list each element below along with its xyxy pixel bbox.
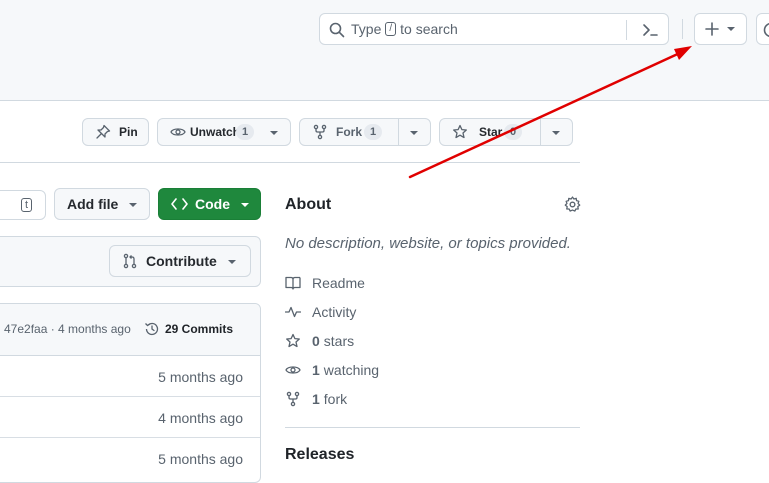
chevron-down-icon[interactable]: [552, 131, 560, 135]
eye-icon: [170, 124, 186, 140]
chevron-down-icon: [129, 203, 137, 207]
star-icon: [285, 333, 301, 349]
eye-icon: [285, 362, 301, 378]
readme-link[interactable]: Readme: [285, 274, 365, 292]
fork-split-divider: [398, 119, 399, 145]
code-label: Code: [195, 196, 230, 212]
watching-label: watching: [324, 362, 379, 378]
chevron-down-icon: [727, 27, 735, 31]
unwatch-count-badge: 1: [236, 124, 254, 140]
history-icon: [144, 321, 160, 337]
chevron-down-icon[interactable]: [270, 131, 278, 135]
star-label: Star: [479, 125, 502, 139]
search-placeholder-pre: Type: [351, 21, 381, 37]
issue-icon: [763, 22, 769, 38]
readme-label: Readme: [312, 275, 365, 291]
sidebar-divider: [285, 427, 580, 428]
book-icon: [285, 275, 301, 291]
row-divider: [0, 437, 260, 438]
commits-link[interactable]: 29 Commits: [144, 320, 233, 338]
fork-count-badge: 1: [364, 124, 382, 140]
watching-link[interactable]: 1 watching: [285, 361, 379, 379]
header-divider: [682, 19, 683, 39]
pulse-icon: [285, 304, 301, 320]
plus-icon: [705, 22, 719, 36]
global-header: Type / to search: [0, 0, 769, 101]
fork-count: 1: [312, 391, 320, 407]
activity-label: Activity: [312, 304, 356, 320]
create-new-button[interactable]: [694, 13, 747, 45]
pin-button[interactable]: Pin: [82, 118, 149, 146]
file-row-time[interactable]: 5 months ago: [158, 369, 243, 385]
contribute-label: Contribute: [146, 253, 217, 269]
star-count-badge: 0: [504, 124, 522, 140]
pull-request-icon: [122, 253, 138, 269]
latest-commit-info[interactable]: 47e2faa · 4 months ago: [4, 322, 131, 336]
file-row-time[interactable]: 5 months ago: [158, 451, 243, 467]
unwatch-label: Unwatch: [190, 125, 240, 139]
add-file-label: Add file: [67, 196, 118, 212]
add-file-button[interactable]: Add file: [54, 188, 150, 220]
about-description: No description, website, or topics provi…: [285, 235, 571, 252]
fork-label: fork: [324, 391, 347, 407]
stars-label: stars: [324, 333, 354, 349]
about-heading: About: [285, 196, 331, 214]
star-split-divider: [540, 119, 541, 145]
releases-heading[interactable]: Releases: [285, 446, 354, 464]
fork-icon: [285, 391, 301, 407]
repo-header-divider: [0, 162, 580, 163]
forks-link[interactable]: 1 fork: [285, 390, 347, 408]
watching-count: 1: [312, 362, 320, 378]
fork-label: Fork: [336, 125, 362, 139]
chevron-down-icon[interactable]: [410, 131, 418, 135]
fork-icon: [312, 124, 328, 140]
row-divider: [0, 396, 260, 397]
code-icon: [171, 197, 188, 211]
chevron-down-icon: [241, 203, 249, 207]
pin-label: Pin: [119, 125, 138, 139]
stars-count: 0: [312, 333, 320, 349]
gear-icon[interactable]: [564, 196, 581, 213]
command-palette-icon[interactable]: [641, 21, 659, 39]
star-button[interactable]: Star 0: [439, 118, 573, 146]
go-to-file-shortcut-key: t: [21, 198, 32, 212]
commits-label: 29 Commits: [165, 322, 233, 336]
search-icon: [329, 22, 345, 38]
search-shortcut-key: /: [385, 22, 396, 36]
search-input[interactable]: Type / to search: [319, 13, 669, 45]
activity-link[interactable]: Activity: [285, 303, 356, 321]
chevron-down-icon: [228, 260, 236, 264]
go-to-file-input[interactable]: t: [0, 190, 46, 220]
unwatch-button[interactable]: Unwatch 1: [157, 118, 291, 146]
issues-button[interactable]: [756, 13, 769, 45]
contribute-button[interactable]: Contribute: [109, 245, 251, 277]
search-divider: [626, 20, 627, 40]
pin-icon: [95, 124, 111, 140]
search-placeholder: Type / to search: [351, 21, 458, 37]
code-button[interactable]: Code: [158, 188, 261, 220]
stars-link[interactable]: 0 stars: [285, 332, 354, 350]
file-row-time[interactable]: 4 months ago: [158, 410, 243, 426]
search-placeholder-post: to search: [400, 21, 458, 37]
star-icon: [452, 124, 468, 140]
fork-button[interactable]: Fork 1: [299, 118, 431, 146]
